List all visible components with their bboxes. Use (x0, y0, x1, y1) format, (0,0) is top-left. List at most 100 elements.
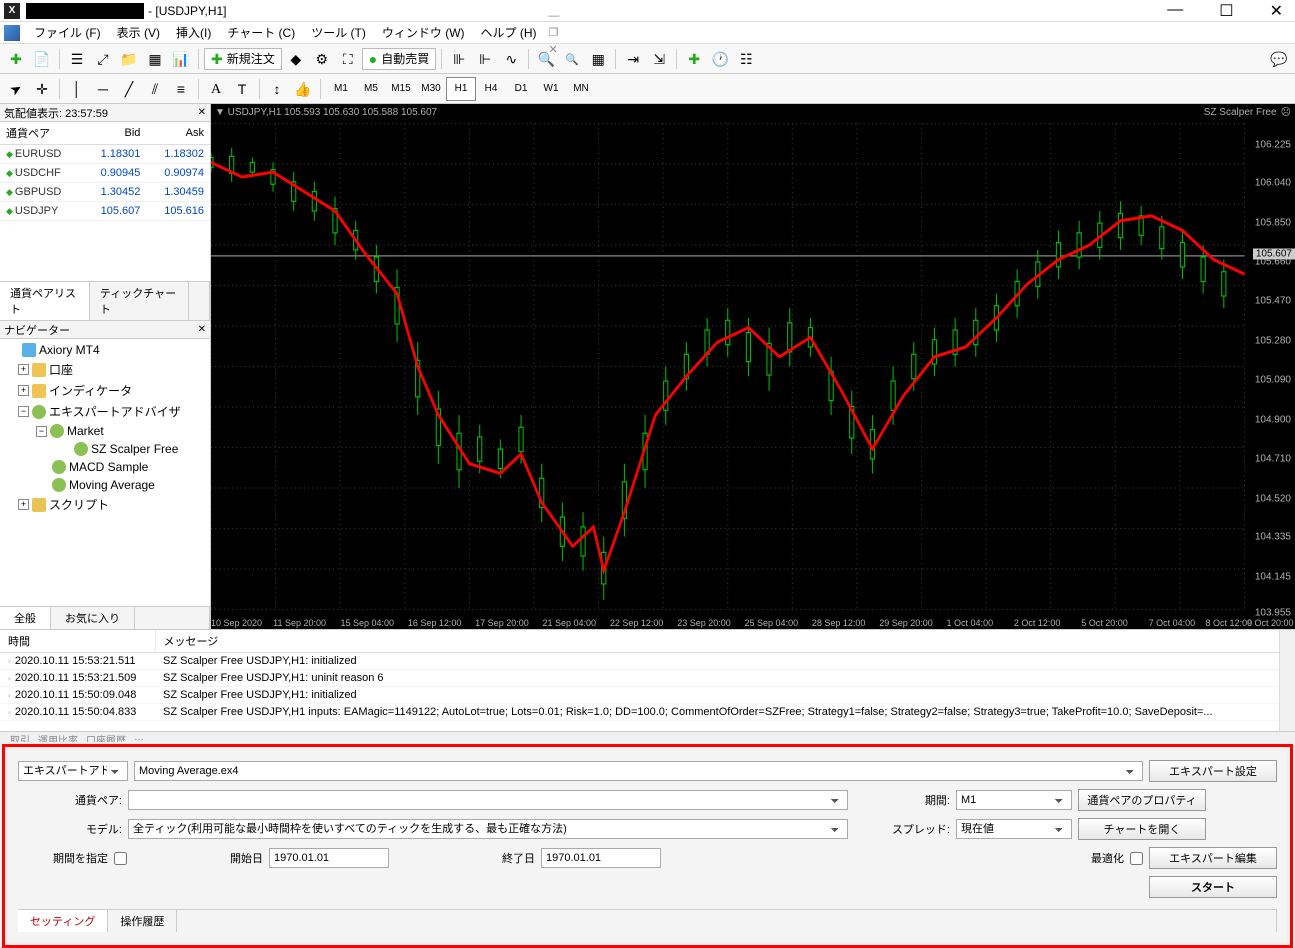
log-row[interactable]: ◦2020.10.11 15:53:21.511SZ Scalper Free … (0, 653, 1295, 670)
log-row[interactable]: ◦2020.10.11 15:50:04.833SZ Scalper Free … (0, 704, 1295, 721)
mw-tab-list[interactable]: 通貨ペアリスト (0, 282, 90, 320)
chart-area[interactable]: ▼ USDJPY,H1 105.593 105.630 105.588 105.… (211, 104, 1295, 629)
tester-type-select[interactable]: エキスパートアドバイザ (18, 761, 128, 781)
zoom-in-button[interactable] (534, 47, 558, 71)
symbol-properties-button[interactable]: 通貨ペアのプロパティ (1078, 789, 1206, 811)
tester-to-input[interactable] (541, 848, 661, 868)
crosshair-button[interactable] (30, 77, 54, 101)
tester-opt-checkbox[interactable] (1130, 852, 1143, 865)
timeframe-m15[interactable]: M15 (386, 77, 416, 101)
shift-button[interactable]: ⇥ (621, 47, 645, 71)
fib-button[interactable] (169, 77, 193, 101)
mw-col-ask[interactable]: Ask (146, 122, 210, 145)
timeframe-m5[interactable]: M5 (356, 77, 386, 101)
term-col-msg[interactable]: メッセージ (155, 630, 1295, 653)
tester-spread-select[interactable]: 現在値 (956, 819, 1072, 839)
text-button[interactable] (204, 77, 228, 101)
nav-tab-fav[interactable]: お気に入り (51, 607, 135, 629)
navigator-close-icon[interactable]: ✕ (198, 324, 206, 335)
chat-icon[interactable]: 💬 (1267, 47, 1291, 71)
tester-ea-select[interactable]: Moving Average.ex4 (134, 761, 1143, 781)
tile-button[interactable] (586, 47, 610, 71)
nav-accounts[interactable]: +口座 (2, 359, 208, 380)
mw-row[interactable]: ◆USDJPY105.607105.616 (0, 202, 210, 221)
nav-market[interactable]: −Market (2, 422, 208, 440)
nav-macd[interactable]: MACD Sample (2, 458, 208, 476)
cursor-button[interactable] (4, 77, 28, 101)
tester-button[interactable] (169, 47, 193, 71)
autoscroll-button[interactable]: ⇲ (647, 47, 671, 71)
menu-file[interactable]: ファイル (F) (26, 24, 109, 41)
tester-tab-journal[interactable]: 操作履歴 (108, 910, 177, 932)
arrows-button[interactable]: ↕ (265, 77, 289, 101)
vline-button[interactable] (65, 77, 89, 101)
data-window-button[interactable] (91, 47, 115, 71)
menu-help[interactable]: ヘルプ (H) (473, 24, 545, 41)
terminal-button[interactable] (143, 47, 167, 71)
auto-trade-button[interactable]: 自動売買 (362, 48, 436, 70)
tester-symbol-select[interactable] (128, 790, 848, 810)
terminal-scrollbar[interactable] (1279, 630, 1295, 731)
menu-tool[interactable]: ツール (T) (303, 24, 374, 41)
thumbs-button[interactable]: 👍 (291, 77, 315, 101)
zoom-out-button[interactable] (560, 47, 584, 71)
options-button[interactable]: ⚙ (310, 47, 334, 71)
modify-expert-button[interactable]: エキスパート編集 (1149, 847, 1277, 869)
line-chart-button[interactable]: ∿ (499, 47, 523, 71)
market-watch-button[interactable] (65, 47, 89, 71)
hline-button[interactable] (91, 77, 115, 101)
expert-properties-button[interactable]: エキスパート設定 (1149, 760, 1277, 782)
tester-date-checkbox[interactable] (114, 852, 127, 865)
channel-button[interactable] (143, 77, 167, 101)
timeframe-d1[interactable]: D1 (506, 77, 536, 101)
mw-row[interactable]: ◆GBPUSD1.304521.30459 (0, 183, 210, 202)
navigator-button[interactable] (117, 47, 141, 71)
new-order-button[interactable]: 新規注文 (204, 48, 282, 70)
indicators-button[interactable] (682, 47, 706, 71)
candle-chart-button[interactable]: ⊩ (473, 47, 497, 71)
timeframe-mn[interactable]: MN (566, 77, 596, 101)
tester-from-input[interactable] (269, 848, 389, 868)
new-chart-button[interactable] (4, 47, 28, 71)
mw-col-symbol[interactable]: 通貨ペア (0, 122, 83, 145)
open-chart-button[interactable]: チャートを開く (1078, 818, 1206, 840)
menu-insert[interactable]: 挿入(I) (168, 24, 219, 41)
nav-root[interactable]: Axiory MT4 (2, 341, 208, 359)
metaeditor-button[interactable]: ◆ (284, 47, 308, 71)
mdi-restore-icon[interactable]: ❐ (545, 26, 1291, 39)
term-col-time[interactable]: 時間 (0, 630, 155, 653)
fullscreen-button[interactable]: ⛶ (336, 47, 360, 71)
log-row[interactable]: ◦2020.10.11 15:53:21.509SZ Scalper Free … (0, 670, 1295, 687)
mw-col-bid[interactable]: Bid (83, 122, 147, 145)
mw-tab-tick[interactable]: ティックチャート (90, 282, 189, 320)
bar-chart-button[interactable]: ⊪ (447, 47, 471, 71)
start-button[interactable]: スタート (1149, 876, 1277, 898)
mdi-minimize-icon[interactable]: — (545, 10, 1291, 22)
nav-indicators[interactable]: +インディケータ (2, 380, 208, 401)
menu-window[interactable]: ウィンドウ (W) (374, 24, 473, 41)
tester-period-select[interactable]: M1 (956, 790, 1072, 810)
templates-button[interactable]: ☷ (734, 47, 758, 71)
trendline-button[interactable] (117, 77, 141, 101)
menu-chart[interactable]: チャート (C) (219, 24, 303, 41)
periods-button[interactable]: 🕐 (708, 47, 732, 71)
nav-ea[interactable]: −エキスパートアドバイザ (2, 401, 208, 422)
timeframe-h4[interactable]: H4 (476, 77, 506, 101)
timeframe-m30[interactable]: M30 (416, 77, 446, 101)
log-row[interactable]: ◦2020.10.11 15:50:09.048SZ Scalper Free … (0, 687, 1295, 704)
nav-tab-general[interactable]: 全般 (0, 607, 51, 629)
tester-model-select[interactable]: 全ティック(利用可能な最小時間枠を使いすべてのティックを生成する、最も正確な方法… (128, 819, 848, 839)
mw-row[interactable]: ◆USDCHF0.909450.90974 (0, 164, 210, 183)
nav-sz[interactable]: SZ Scalper Free (2, 440, 208, 458)
nav-ma[interactable]: Moving Average (2, 476, 208, 494)
timeframe-h1[interactable]: H1 (446, 77, 476, 101)
profiles-button[interactable] (30, 47, 54, 71)
market-watch-close-icon[interactable]: ✕ (198, 107, 206, 118)
mw-row[interactable]: ◆EURUSD1.183011.18302 (0, 145, 210, 164)
label-button[interactable] (230, 77, 254, 101)
timeframe-m1[interactable]: M1 (326, 77, 356, 101)
timeframe-w1[interactable]: W1 (536, 77, 566, 101)
menu-view[interactable]: 表示 (V) (109, 24, 168, 41)
tester-tab-settings[interactable]: セッティング (18, 910, 108, 932)
nav-scripts[interactable]: +スクリプト (2, 494, 208, 515)
